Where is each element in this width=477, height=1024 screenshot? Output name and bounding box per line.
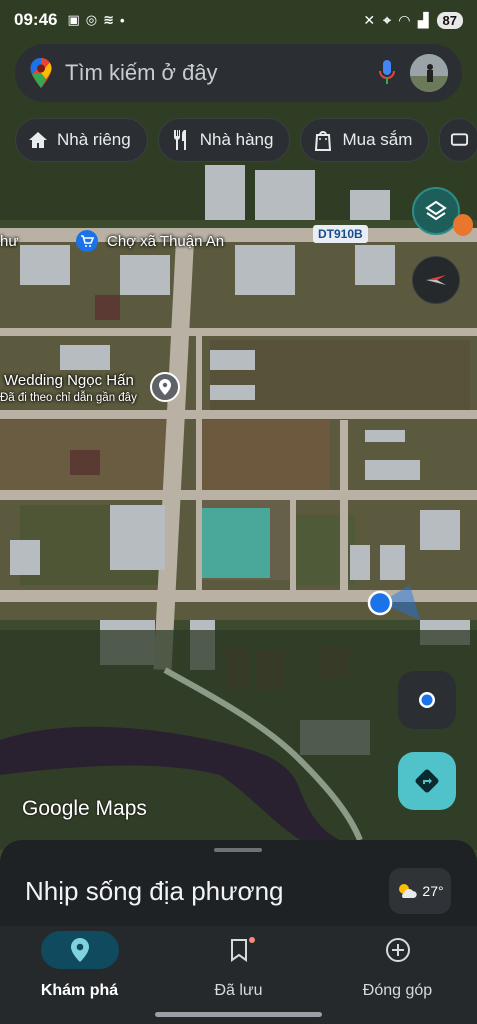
category-chips: Nhà riêng Nhà hàng Mua sắm (15, 118, 477, 162)
status-bar: 09:46 ▣ ◎ ≋ • ✕ ⌖ ◠ ▟ 87 (0, 0, 477, 40)
mute-icon: ✕ (363, 11, 376, 28)
notification-dot (248, 937, 255, 943)
chip-shopping[interactable]: Mua sắm (300, 118, 430, 162)
search-bar[interactable]: Tìm kiếm ở đây (15, 44, 462, 102)
chip-home[interactable]: Nhà riêng (15, 118, 148, 162)
nav-label: Đóng góp (362, 982, 433, 999)
directions-button[interactable] (398, 752, 456, 810)
location-status-icon: ⌖ (383, 11, 391, 28)
microphone-icon[interactable] (378, 59, 396, 87)
place-label-wedding[interactable]: Wedding Ngọc Hấn (4, 372, 134, 389)
weather-chip[interactable]: 27° (389, 868, 451, 914)
nav-contribute-pill (359, 931, 437, 969)
nav-explore[interactable]: Khám phá (0, 926, 159, 1016)
nav-label: Đã lưu (214, 982, 263, 999)
home-icon (29, 132, 47, 148)
road-shield: DT910B (313, 225, 368, 243)
messenger-icon: ◎ (85, 12, 98, 27)
screenshot-icon: ▣ (67, 12, 80, 27)
restaurant-pin-icon[interactable] (453, 214, 473, 236)
history-pin-icon[interactable] (150, 372, 180, 402)
bookmark-icon (230, 939, 247, 962)
shopping-cart-icon[interactable] (76, 230, 98, 252)
battery-indicator: 87 (436, 11, 463, 29)
nav-saved[interactable]: Đã lưu (159, 926, 318, 1016)
sheet-drag-handle[interactable] (214, 848, 262, 852)
chip-restaurants[interactable]: Nhà hàng (157, 118, 291, 162)
place-sublabel-wedding: Đã đi theo chỉ dẫn gần đây (0, 392, 137, 404)
nav-label: Khám phá (40, 982, 119, 999)
dot-icon: • (120, 12, 125, 28)
bottom-navigation: Khám phá Đã lưu Đóng góp (0, 926, 477, 1024)
search-input[interactable]: Tìm kiếm ở đây (65, 60, 378, 86)
current-location-dot (367, 590, 393, 616)
compass-button[interactable] (412, 256, 460, 304)
place-label-market[interactable]: Chợ xã Thuận An (107, 233, 224, 250)
nav-saved-pill (200, 931, 278, 969)
layers-icon (425, 200, 447, 221)
status-notification-icons: ▣ ◎ ≋ • (67, 12, 124, 28)
sheet-title: Nhịp sống địa phương (25, 876, 284, 906)
chip-more[interactable] (439, 118, 477, 162)
explore-pin-icon (70, 938, 89, 962)
signal-app-icon: ≋ (103, 12, 115, 27)
hotel-icon (451, 133, 469, 146)
map-label-partial: hư (0, 233, 19, 250)
partly-cloudy-icon (399, 884, 418, 898)
shopping-bag-icon (315, 131, 332, 151)
temperature: 27° (422, 883, 444, 899)
avatar[interactable] (410, 54, 448, 92)
google-maps-attribution: Google Maps (22, 797, 147, 820)
cell-signal-icon: ▟ (417, 11, 429, 28)
chip-label: Mua sắm (342, 130, 413, 149)
chip-label: Nhà riêng (57, 130, 131, 149)
nav-explore-pill (40, 931, 119, 969)
compass-icon (426, 275, 446, 285)
google-maps-pin-icon (30, 58, 52, 88)
fork-knife-icon (173, 130, 186, 150)
status-time: 09:46 (14, 10, 58, 29)
my-location-icon (419, 692, 435, 708)
my-location-button[interactable] (398, 671, 456, 729)
profile-photo-icon (410, 54, 448, 92)
directions-icon (415, 769, 439, 793)
wifi-icon: ◠ (398, 11, 410, 28)
add-circle-icon (385, 938, 410, 962)
nav-contribute[interactable]: Đóng góp (318, 926, 477, 1016)
home-indicator[interactable] (155, 1012, 322, 1017)
chip-label: Nhà hàng (199, 130, 274, 149)
